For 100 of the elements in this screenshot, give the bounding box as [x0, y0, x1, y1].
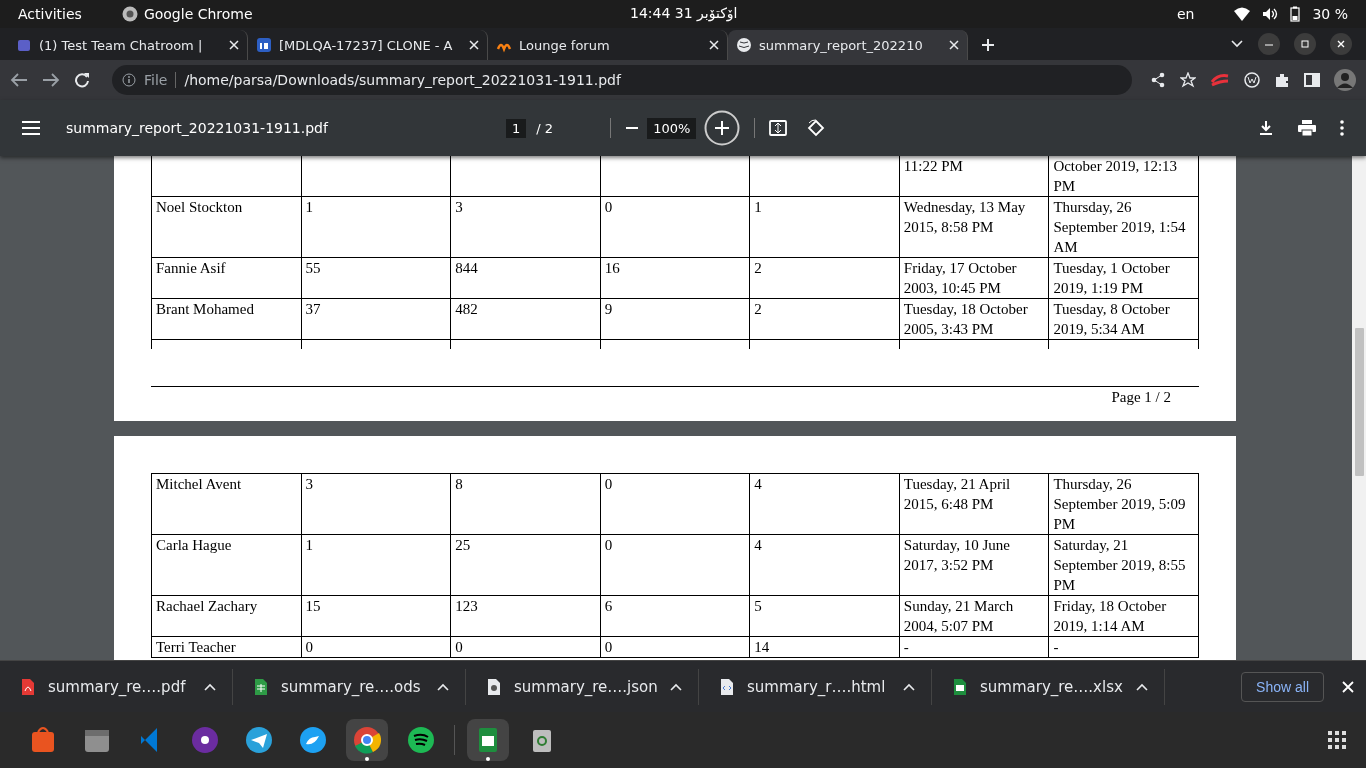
chrome-icon[interactable] [351, 724, 383, 756]
puzzle-icon[interactable] [1274, 72, 1290, 88]
reload-icon[interactable] [74, 72, 90, 88]
table-cell: - [899, 636, 1049, 658]
close-icon[interactable] [469, 40, 479, 50]
print-icon[interactable] [1298, 120, 1316, 136]
table-cell: Saturday, 10 June 2017, 3:52 PM [899, 534, 1049, 596]
table-cell: Terri Teacher [151, 636, 302, 658]
table-cell: Fannie Asif [151, 257, 302, 299]
code-file-icon [719, 678, 735, 695]
table-cell: 3 [301, 473, 451, 535]
table-cell: 15 [301, 595, 451, 637]
podcast-icon[interactable] [189, 724, 221, 756]
volume-icon [1262, 7, 1279, 21]
table-cell: 1 [301, 196, 451, 258]
file-icon [486, 678, 502, 695]
share-icon[interactable] [1150, 72, 1166, 88]
scrollbar-thumb[interactable] [1354, 328, 1364, 476]
star-icon[interactable] [1180, 72, 1196, 88]
table-cell: Tuesday, 18 October 2005, 3:43 PM [899, 298, 1049, 340]
show-all-button[interactable]: Show all [1241, 671, 1324, 702]
fit-page-icon[interactable] [769, 119, 788, 137]
zoom-in-icon[interactable] [704, 110, 741, 146]
language-indicator[interactable]: en [1176, 6, 1195, 22]
table-cell: 2 [749, 257, 900, 299]
minimize-icon[interactable] [1258, 33, 1280, 55]
table-cell: 0 [600, 534, 750, 596]
table-cell: 37 [301, 298, 451, 340]
back-icon[interactable] [10, 72, 28, 88]
caret-icon[interactable] [903, 682, 915, 691]
more-icon[interactable] [1340, 120, 1344, 136]
clock[interactable]: 14:44 31 اۆکتۆبر [630, 5, 738, 21]
page-footer: Page 1 / 2 [151, 387, 1199, 406]
download-icon[interactable] [1258, 120, 1274, 136]
page-number-field[interactable]: 1 [506, 118, 527, 138]
table-cell: 4 [749, 473, 900, 535]
table-cell: Friday, 18 October 2019, 1:14 AM [1048, 595, 1199, 637]
caret-icon[interactable] [204, 682, 216, 691]
table-cell: Brant Mohamed [151, 298, 302, 340]
pdf-file-icon [20, 678, 36, 695]
forward-icon[interactable] [42, 72, 60, 88]
app-grid-icon[interactable] [1328, 731, 1346, 749]
table-cell: October 2019, 12:13 PM [1048, 156, 1199, 197]
download-item[interactable]: summary_re….ods [233, 668, 466, 705]
caret-icon[interactable] [1230, 39, 1244, 49]
close-icon[interactable] [949, 40, 959, 50]
table-cell: 4 [749, 534, 900, 596]
close-icon[interactable] [229, 40, 239, 50]
table-cell: Wednesday, 13 May 2015, 8:58 PM [899, 196, 1049, 258]
download-item[interactable]: summary_re….xlsx [932, 668, 1165, 705]
close-icon[interactable] [709, 40, 719, 50]
caret-icon[interactable] [1136, 682, 1148, 691]
table-cell: 0 [600, 636, 750, 658]
download-item[interactable]: summary_re….json [466, 668, 699, 705]
table-cell: 9 [600, 298, 750, 340]
document-title: summary_report_20221031-1911.pdf [66, 120, 330, 136]
table-cell: 5 [749, 595, 900, 637]
table-cell: - [1048, 636, 1199, 658]
spreadsheet-file-icon [253, 678, 269, 695]
paper-plane-icon[interactable] [243, 724, 275, 756]
scrollbar[interactable] [1352, 156, 1366, 660]
download-item[interactable]: summary_re….pdf [0, 668, 233, 705]
info-icon [122, 73, 136, 87]
table-cell: 3 [450, 196, 601, 258]
menu-icon[interactable] [22, 121, 40, 135]
activities-button[interactable]: Activities [18, 6, 82, 22]
zoom-field[interactable]: 100% [647, 117, 697, 139]
table-cell: Saturday, 21 September 2019, 8:55 PM [1048, 534, 1199, 596]
table-cell: 1 [301, 534, 451, 596]
url-text: /home/parsa/Downloads/summary_report_20221031-1911.pdf [184, 72, 621, 88]
table-cell: Noel Stockton [151, 196, 302, 258]
app-name[interactable]: Google Chrome [143, 6, 253, 22]
caret-icon[interactable] [437, 682, 449, 691]
table-cell: 6 [600, 595, 750, 637]
music-icon[interactable] [405, 724, 437, 756]
download-item[interactable]: summary_r….html [699, 668, 932, 705]
caret-icon[interactable] [670, 682, 682, 691]
table-cell: Thursday, 26 September 2019, 1:54 AM [1048, 196, 1199, 258]
browser-tab[interactable]: summary_report_202210 [728, 30, 968, 60]
side-panel-icon[interactable] [1304, 72, 1320, 88]
close-icon[interactable] [1330, 33, 1352, 55]
bird-icon[interactable] [297, 724, 329, 756]
table-cell: 55 [301, 257, 451, 299]
table-cell: 1 [749, 196, 900, 258]
avatar-icon[interactable] [1334, 69, 1356, 91]
table-cell: 844 [450, 257, 601, 299]
table-cell: Rachael Zachary [151, 595, 302, 637]
rotate-icon[interactable] [807, 119, 826, 137]
table-cell: Mitchel Avent [151, 473, 302, 535]
table-cell: 0 [450, 636, 601, 658]
chrome-icon [121, 6, 138, 22]
address-field[interactable]: File /home/parsa/Downloads/summary_report_20221031-1911.pdf [112, 65, 1132, 95]
table-cell: Sunday, 21 March 2004, 5:07 PM [899, 595, 1049, 637]
table-cell: 0 [600, 196, 750, 258]
maximize-icon[interactable] [1294, 33, 1316, 55]
page-count: / 2 [536, 120, 555, 136]
table-cell: 2 [749, 298, 900, 340]
table-cell: Tuesday, 8 October 2019, 5:34 AM [1048, 298, 1199, 340]
table-cell: 8 [450, 473, 601, 535]
table-cell: Tuesday, 1 October 2019, 1:19 PM [1048, 257, 1199, 299]
